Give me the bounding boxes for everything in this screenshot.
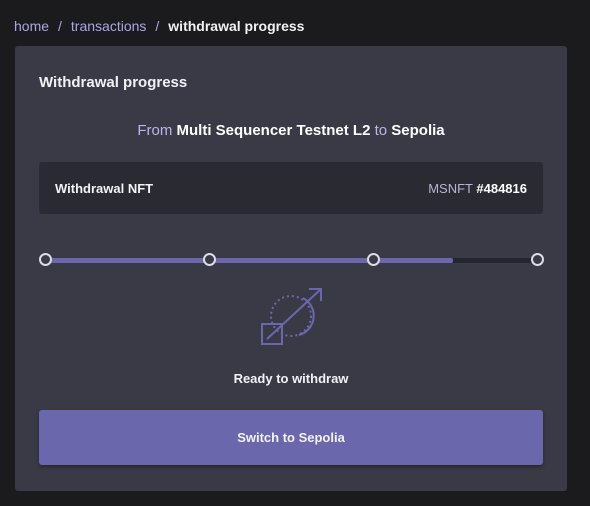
progress-step-dot: [531, 253, 544, 266]
card-title: Withdrawal progress: [39, 74, 188, 91]
breadcrumb-transactions-link[interactable]: transactions: [71, 18, 146, 34]
route-to-word: to: [374, 122, 388, 139]
withdraw-swap-icon: [261, 288, 322, 345]
route-from-chain: Multi Sequencer Testnet L2: [176, 122, 371, 139]
breadcrumb-separator: /: [155, 18, 160, 34]
nft-symbol: MSNFT: [428, 180, 473, 196]
breadcrumb-home-link[interactable]: home: [14, 18, 49, 34]
route-to-chain: Sepolia: [391, 122, 445, 139]
breadcrumb-current: withdrawal progress: [168, 18, 305, 34]
route-summary: From Multi Sequencer Testnet L2 to Sepol…: [15, 122, 567, 139]
route-from-word: From: [137, 122, 173, 139]
nft-info-box: Withdrawal NFT MSNFT #484816: [39, 162, 543, 214]
nft-identifier: MSNFT #484816: [428, 181, 527, 196]
breadcrumb-separator: /: [58, 18, 62, 34]
progress-step-dot: [367, 253, 380, 266]
withdrawal-progress-card: Withdrawal progress From Multi Sequencer…: [15, 46, 567, 491]
progress-track: [45, 258, 537, 263]
status-text: Ready to withdraw: [233, 371, 349, 386]
switch-network-button[interactable]: Switch to Sepolia: [39, 410, 543, 465]
progress-step-dot: [39, 253, 52, 266]
breadcrumb: home / transactions / withdrawal progres…: [14, 18, 304, 34]
nft-id: #484816: [476, 180, 527, 196]
progress-fill: [45, 258, 454, 263]
nft-label: Withdrawal NFT: [55, 180, 154, 196]
progress-step-dot: [203, 253, 216, 266]
